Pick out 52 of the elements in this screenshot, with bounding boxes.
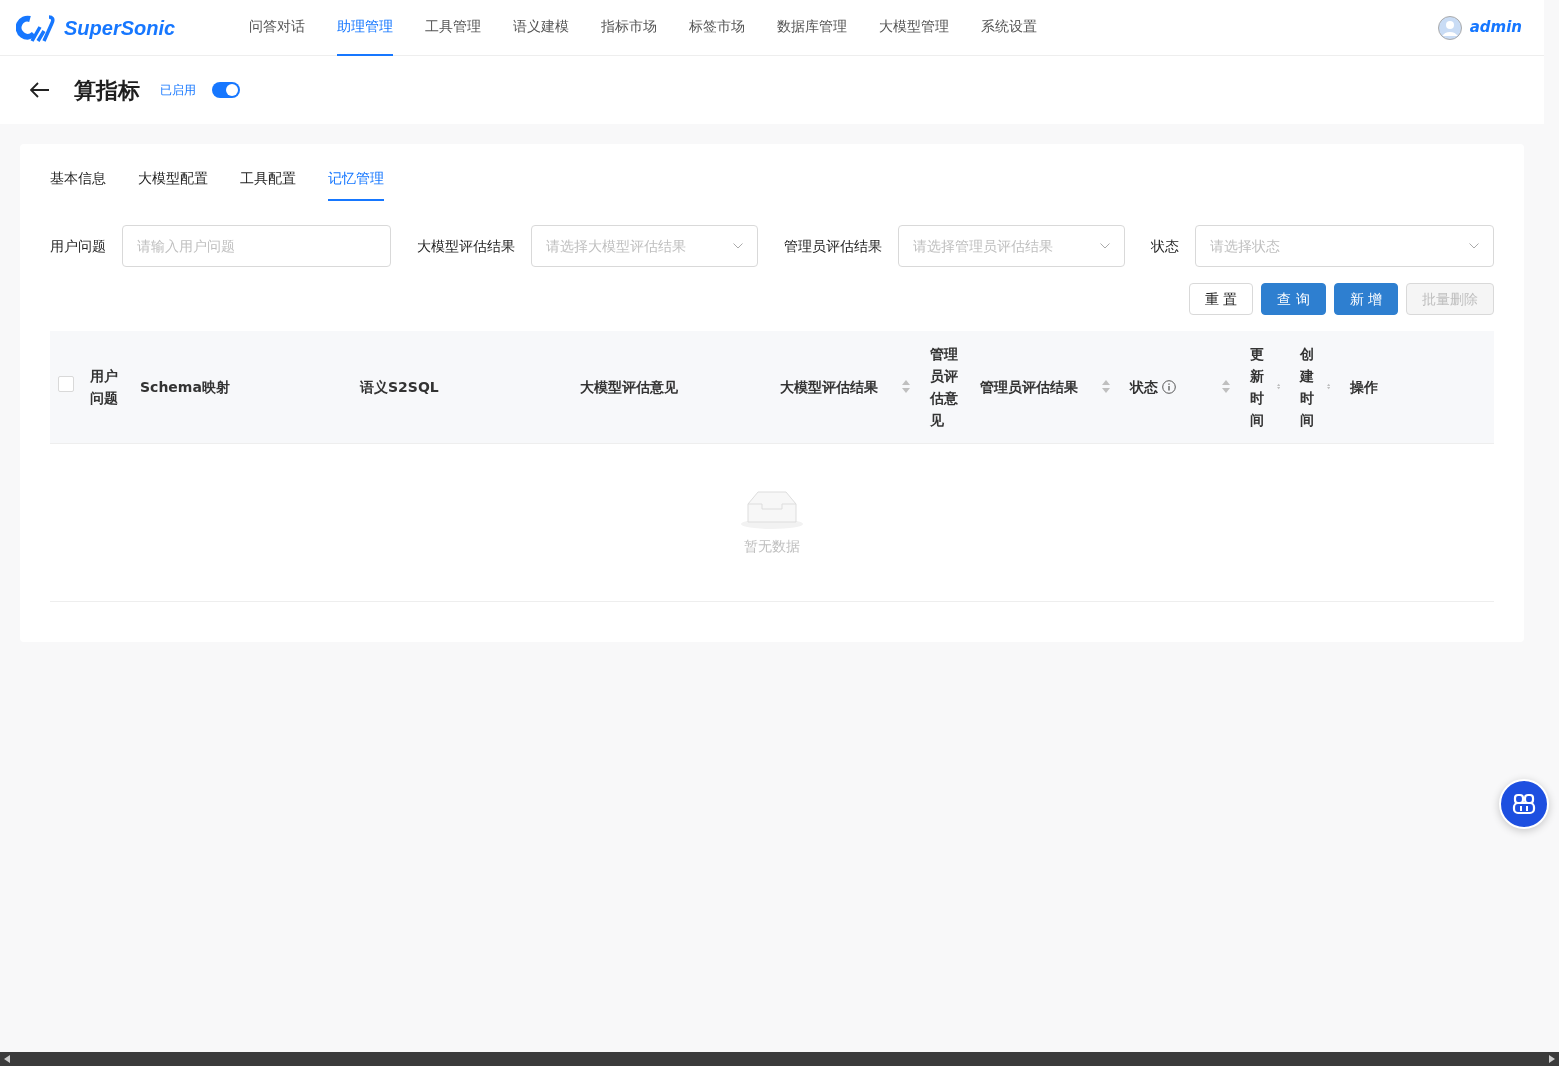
chevron-down-icon xyxy=(733,243,743,249)
logo-icon xyxy=(16,12,56,43)
action-button[interactable]: 重 置 xyxy=(1188,283,1254,315)
avatar-icon xyxy=(1437,15,1462,40)
column-header: Schema映射 xyxy=(140,377,230,397)
brand-name: SuperSonic xyxy=(64,15,176,41)
text-field[interactable]: 请输入用户问题 xyxy=(122,225,391,267)
tab[interactable]: 工具配置 xyxy=(240,158,296,201)
empty-text: 暂无数据 xyxy=(744,536,800,556)
action-button[interactable]: 查 询 xyxy=(1261,283,1326,315)
horizontal-scrollbar[interactable] xyxy=(0,1052,1559,1066)
nav-link[interactable]: 语义建模 xyxy=(513,0,569,56)
sort-icon[interactable] xyxy=(1102,380,1110,394)
column-header: 状态 xyxy=(1130,377,1158,397)
chevron-down-icon xyxy=(1100,243,1110,249)
filter-label: 状态 xyxy=(1151,236,1179,256)
column-header: 用户问题 xyxy=(90,366,119,408)
column-header: 创建时间 xyxy=(1300,344,1315,430)
filter-label: 用户问题 xyxy=(50,236,106,256)
nav-link[interactable]: 工具管理 xyxy=(425,0,481,56)
back-arrow-icon[interactable] xyxy=(30,82,50,98)
nav-link[interactable]: 数据库管理 xyxy=(777,0,847,56)
column-header: 大模型评估结果 xyxy=(780,377,878,397)
column-header: 操作 xyxy=(1350,377,1378,397)
nav-link[interactable]: 问答对话 xyxy=(249,0,305,56)
action-button[interactable]: 新 增 xyxy=(1333,283,1398,315)
column-header: 更新时间 xyxy=(1250,344,1265,430)
sort-icon[interactable] xyxy=(1222,380,1230,394)
nav-link[interactable]: 大模型管理 xyxy=(879,0,949,56)
nav-link[interactable]: 标签市场 xyxy=(689,0,745,56)
scroll-left-icon[interactable] xyxy=(4,1055,10,1063)
filter-label: 管理员评估结果 xyxy=(784,236,882,256)
filter-label: 大模型评估结果 xyxy=(417,236,515,256)
column-header: 管理员评估结果 xyxy=(980,377,1078,397)
nav-link[interactable]: 指标市场 xyxy=(601,0,657,56)
robot-icon xyxy=(1512,793,1536,815)
nav-link[interactable]: 系统设置 xyxy=(981,0,1037,56)
user-name-link[interactable]: admin xyxy=(1469,16,1522,39)
column-header: 管理员评估意见 xyxy=(930,344,959,430)
assistant-button[interactable] xyxy=(1499,779,1549,829)
page-title: 算指标 xyxy=(74,76,140,105)
tab[interactable]: 大模型配置 xyxy=(138,158,208,201)
column-header: 语义S2SQL xyxy=(360,377,439,397)
chevron-down-icon xyxy=(1469,243,1479,249)
status-label: 已启用 xyxy=(160,82,196,99)
select-all-checkbox[interactable] xyxy=(58,375,74,392)
sort-icon[interactable] xyxy=(902,380,910,394)
scroll-right-icon[interactable] xyxy=(1549,1055,1555,1063)
tab[interactable]: 记忆管理 xyxy=(328,158,384,201)
enabled-toggle[interactable] xyxy=(212,82,240,98)
column-header: 大模型评估意见 xyxy=(580,377,678,397)
tab[interactable]: 基本信息 xyxy=(50,158,106,201)
